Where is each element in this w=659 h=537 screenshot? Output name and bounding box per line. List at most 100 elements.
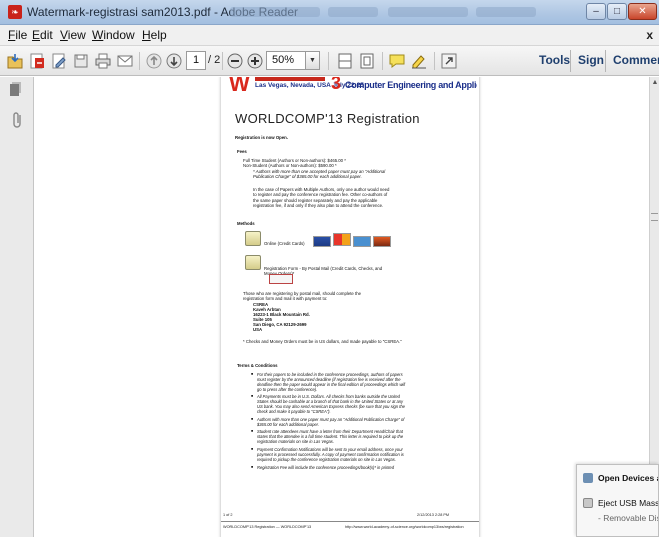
postal-intro: Those who are registering by postal mail… (243, 291, 361, 302)
terms-item: All Payments must be in U.S. Dollars. Al… (251, 394, 407, 414)
menu-window[interactable]: Window (92, 28, 135, 42)
discover-card-icon (373, 236, 391, 247)
expand-icon[interactable] (440, 52, 458, 70)
menu-help[interactable]: Help (142, 28, 167, 42)
page-number-input[interactable]: 1 (186, 51, 206, 70)
footer-page-count: 1 of 2 (223, 513, 233, 517)
menu-file-label: ile (15, 28, 28, 42)
document-close-button[interactable]: x (646, 28, 653, 42)
previous-page-icon[interactable] (145, 52, 163, 70)
zoom-out-icon[interactable] (226, 52, 244, 70)
terms-item: Payment Confirmation Notifications will … (251, 447, 407, 462)
zoom-dropdown-button[interactable]: ▼ (306, 51, 320, 70)
banner-title: Computer Engineering and Applied Computi… (345, 80, 477, 90)
toolbar-separator (382, 52, 383, 70)
online-label: Online (Credit Cards) (264, 241, 305, 246)
open-note: Registration is now Open. (235, 135, 288, 140)
maximize-button[interactable]: □ (607, 3, 627, 20)
terms-item: Student rate attendees must have a lette… (251, 429, 407, 444)
adobe-reader-icon: ❧ (8, 5, 22, 19)
sign-pane-button[interactable]: Sign (578, 53, 604, 67)
page-break-line (221, 521, 479, 522)
visa-card-icon (313, 236, 331, 247)
zoom-level-input[interactable]: 50% (266, 51, 306, 70)
terms-label: Terms & Conditions (237, 363, 278, 368)
amex-card-icon (353, 236, 371, 247)
address-line: USA (253, 327, 263, 332)
mastercard-icon (333, 233, 351, 246)
menu-view[interactable]: View (60, 28, 86, 42)
toolbar-separator (570, 50, 571, 72)
create-pdf-icon[interactable] (28, 52, 46, 70)
open-icon[interactable] (6, 52, 24, 70)
menu-view-accel: V (60, 28, 68, 42)
highlight-icon[interactable] (410, 52, 428, 70)
menu-window-label: indow (103, 28, 135, 42)
pdf-page: W Las Vegas, Nevada, USA July 22-25 3 Co… (221, 77, 479, 537)
checks-note: * Checks and Money Orders must be in US … (243, 339, 402, 344)
next-page-icon[interactable] (165, 52, 183, 70)
toolbar-separator (605, 50, 606, 72)
minimize-button[interactable]: – (586, 3, 606, 20)
attachments-paperclip-icon[interactable] (10, 111, 24, 129)
blurred-title-region (388, 7, 468, 17)
title-bar: ❧ Watermark-registrasi sam2013.pdf - Ado… (0, 0, 659, 25)
document-viewer[interactable]: W Las Vegas, Nevada, USA July 22-25 3 Co… (35, 77, 649, 537)
menu-edit-accel: E (32, 28, 41, 42)
toolbar-separator (222, 52, 223, 70)
menu-bar: File Edit View Window Help x (0, 25, 659, 46)
menu-view-label: iew (67, 28, 86, 42)
tools-pane-button[interactable]: Tools (539, 53, 570, 67)
toolbar: 1 / 2 50% ▼ Tools Sign Comme (0, 46, 659, 76)
footer-timestamp: 2/12/2013 2:28 PM (417, 513, 450, 517)
multi-author-note: In the case of Papers with Multiple Auth… (253, 187, 390, 209)
device-notification-popup: Open Devices and Eject USB Mass Stor - R… (576, 464, 659, 537)
page-total-label: / 2 (208, 54, 221, 66)
blurred-title-region (230, 7, 320, 17)
navigation-pane (0, 77, 34, 537)
email-icon[interactable] (116, 52, 134, 70)
scroll-up-button[interactable]: ▲ (651, 79, 659, 89)
open-devices-label: Open Devices and (598, 473, 658, 483)
devices-icon (583, 473, 593, 483)
fit-page-icon[interactable] (358, 52, 376, 70)
menu-window-accel: W (92, 28, 104, 42)
terms-item: For their papers to be included in the c… (251, 372, 407, 392)
menu-edit[interactable]: Edit (32, 28, 53, 42)
footer-doc-title: WORLDCOMP'13 Registration — WORLDCOMP'13 (223, 525, 312, 529)
save-icon[interactable] (72, 52, 90, 70)
comment-bubble-icon[interactable] (388, 52, 406, 70)
toolbar-separator (328, 52, 329, 70)
zoom-in-icon[interactable] (246, 52, 264, 70)
online-payment-icon (245, 231, 261, 246)
banner-red-strip (255, 77, 325, 81)
eject-usb-label: Eject USB Mass Stor (598, 498, 659, 508)
blurred-title-region (328, 7, 378, 17)
toolbar-separator (139, 52, 140, 70)
fee-nonstudent: Non-Student (Authors or Non-authors): $5… (243, 163, 337, 168)
menu-help-accel: H (142, 28, 151, 42)
close-button[interactable]: ✕ (628, 3, 657, 20)
fit-width-icon[interactable] (336, 52, 354, 70)
print-icon[interactable] (94, 52, 112, 70)
adobe-reader-window: ❧ Watermark-registrasi sam2013.pdf - Ado… (0, 0, 659, 537)
menu-file[interactable]: File (8, 28, 27, 42)
terms-item: Registration Fee will include the confer… (251, 465, 407, 470)
banner-number: 3 (331, 77, 342, 93)
menu-help-label: elp (150, 28, 167, 42)
usb-drive-icon (583, 498, 593, 508)
pages-panel-icon[interactable] (9, 81, 23, 97)
blurred-title-region (476, 7, 536, 17)
fees-label: Fees (237, 149, 247, 154)
postal-mail-icon (245, 255, 261, 270)
toolbar-separator (434, 52, 435, 70)
menu-edit-label: dit (40, 28, 53, 42)
conference-banner: W Las Vegas, Nevada, USA July 22-25 3 Co… (229, 77, 477, 97)
page-heading: WORLDCOMP'13 Registration (235, 111, 420, 126)
money-order-icon (269, 274, 293, 284)
edit-icon[interactable] (50, 52, 68, 70)
scroll-thumb[interactable] (651, 213, 658, 221)
comment-pane-button[interactable]: Comment (613, 53, 659, 67)
methods-label: Methods (237, 221, 255, 226)
removable-disk-label: - Removable Disk (598, 513, 659, 523)
